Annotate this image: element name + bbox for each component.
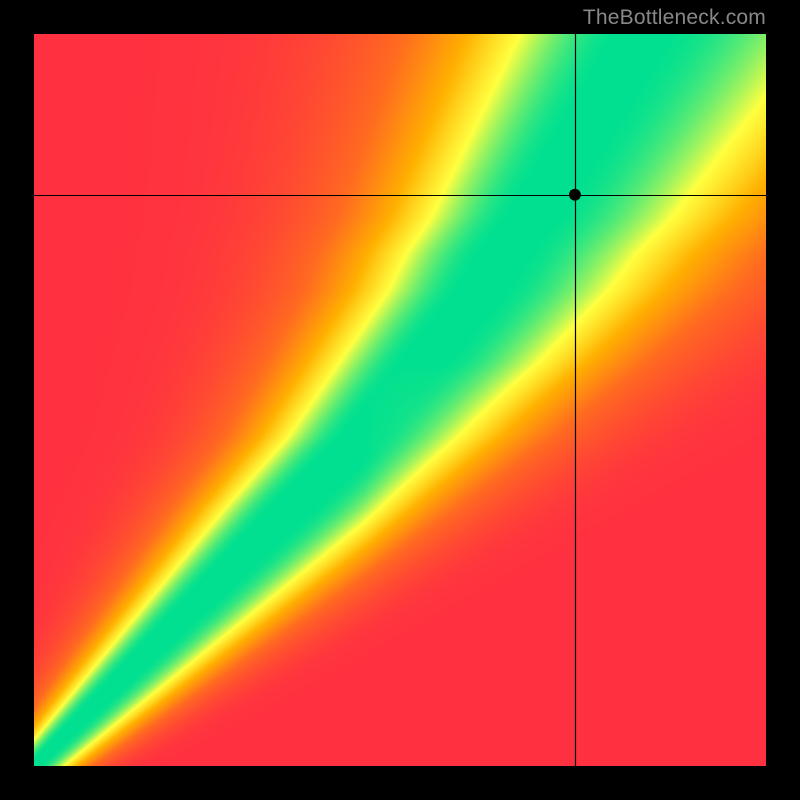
heatmap-plot <box>34 34 766 766</box>
watermark-text: TheBottleneck.com <box>583 6 766 30</box>
chart-container: TheBottleneck.com <box>0 0 800 800</box>
heatmap-canvas <box>34 34 766 766</box>
